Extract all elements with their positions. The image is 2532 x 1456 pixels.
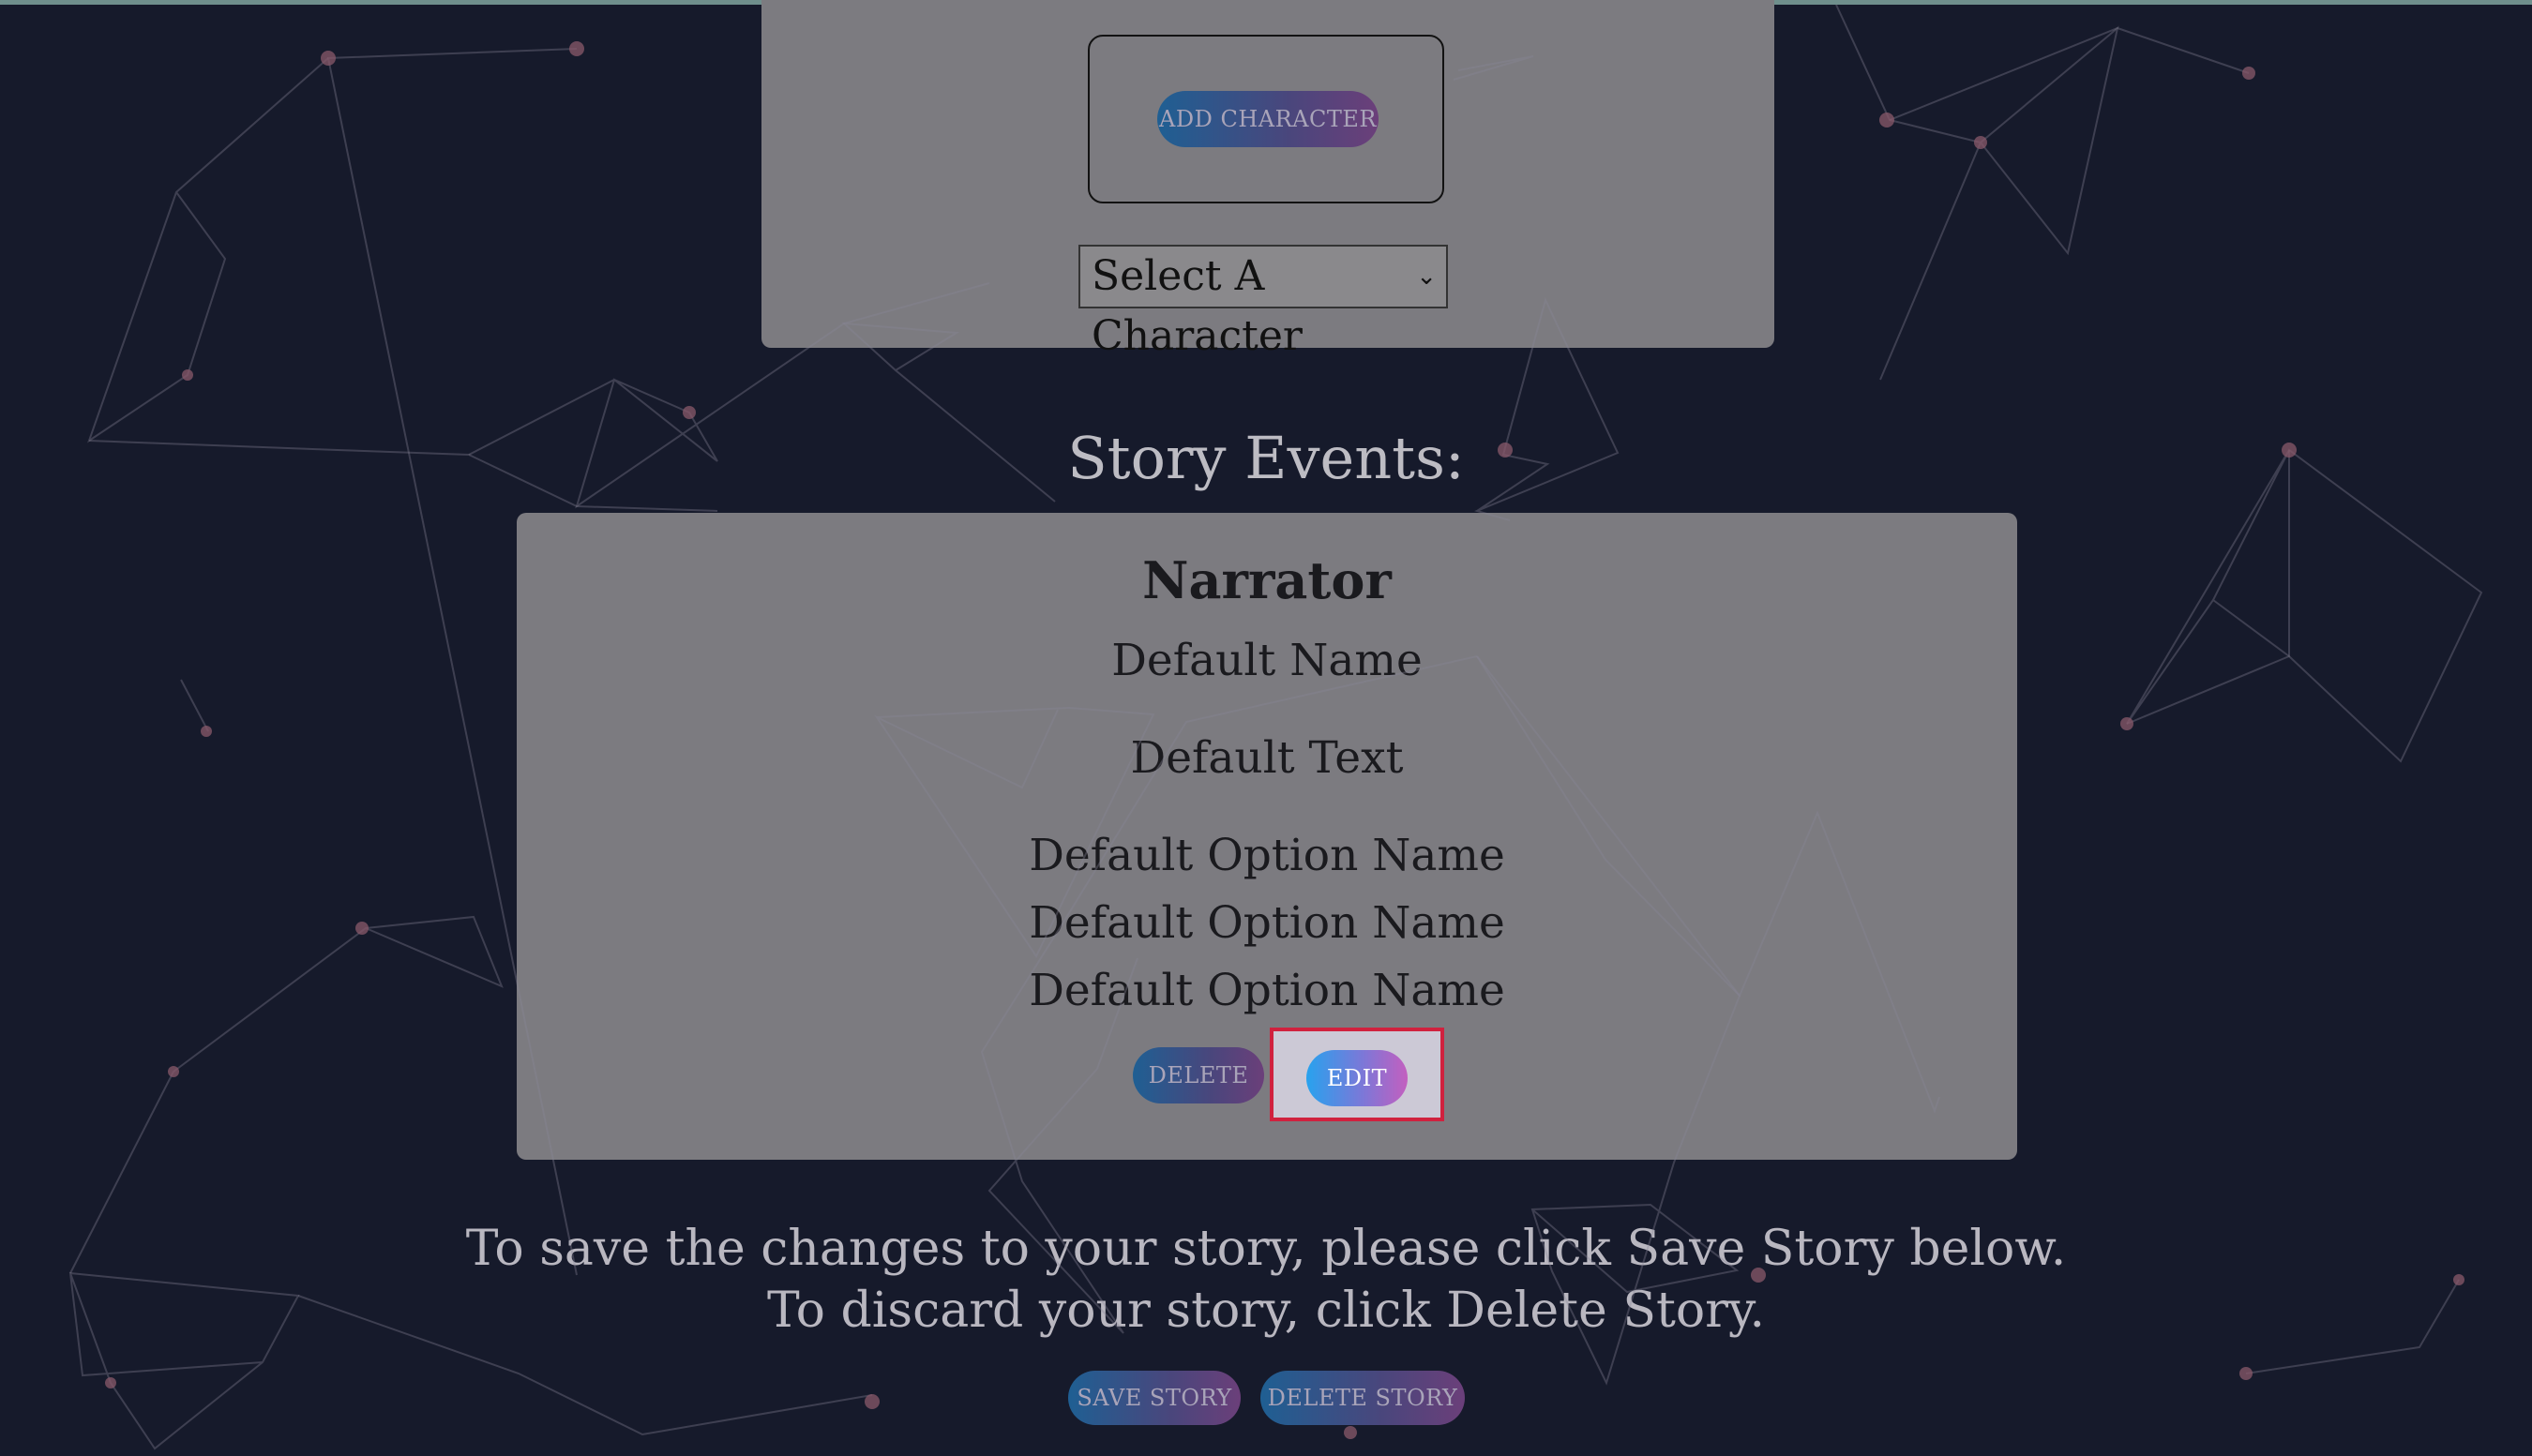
edit-event-button[interactable]: EDIT bbox=[1306, 1050, 1408, 1106]
select-character-value: Select A Character bbox=[1092, 252, 1303, 360]
discard-instructions: To discard your story, click Delete Stor… bbox=[766, 1283, 1766, 1339]
delete-story-button[interactable]: DELETE STORY bbox=[1260, 1371, 1465, 1425]
event-name: Default Name bbox=[1111, 635, 1423, 686]
save-instructions: To save the changes to your story, pleas… bbox=[465, 1221, 2067, 1277]
event-text: Default Text bbox=[1130, 732, 1404, 784]
select-character-dropdown[interactable]: Select A Character ⌄ bbox=[1078, 245, 1448, 360]
story-events-title: Story Events: bbox=[1067, 424, 1465, 492]
chevron-down-icon: ⌄ bbox=[1416, 263, 1437, 291]
event-option: Default Option Name bbox=[1029, 830, 1505, 881]
story-event-card: Narrator Default Name Default Text Defau… bbox=[517, 513, 2017, 1160]
event-speaker: Narrator bbox=[1142, 550, 1392, 610]
event-option: Default Option Name bbox=[1029, 965, 1505, 1016]
save-story-button[interactable]: SAVE STORY bbox=[1068, 1371, 1241, 1425]
event-option: Default Option Name bbox=[1029, 897, 1505, 949]
edit-button-highlight: EDIT bbox=[1270, 1028, 1444, 1121]
add-character-button[interactable]: ADD CHARACTER bbox=[1157, 91, 1379, 147]
delete-event-button[interactable]: DELETE bbox=[1133, 1047, 1264, 1103]
character-panel: ADD CHARACTER Select A Character ⌄ bbox=[761, 0, 1774, 360]
add-character-box: ADD CHARACTER bbox=[1088, 35, 1444, 203]
